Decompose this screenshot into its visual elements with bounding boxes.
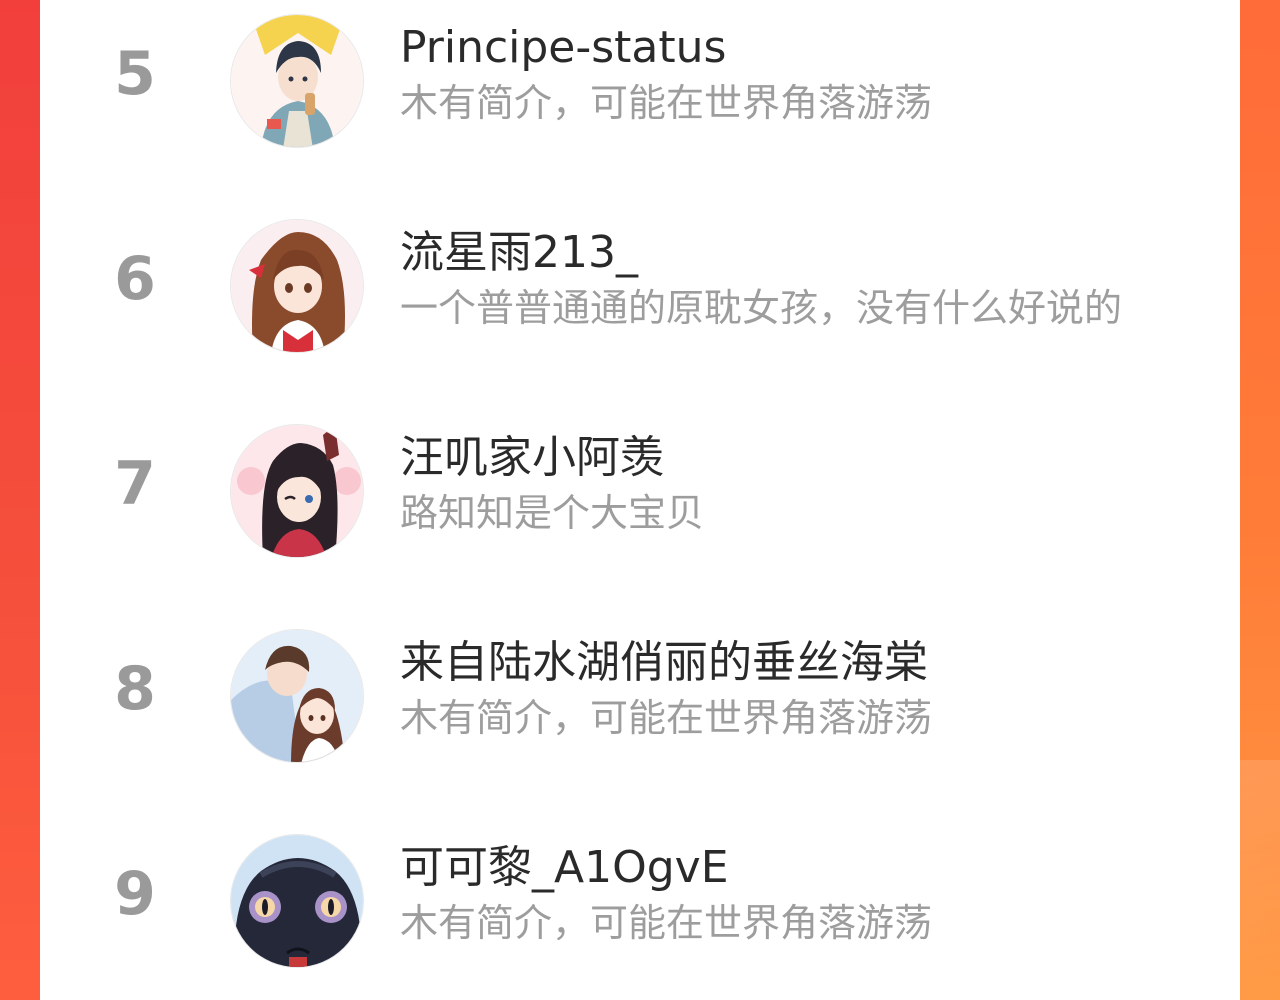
user-name[interactable]: 可可黎_A1OgvE <box>400 840 729 896</box>
rank-number: 9 <box>114 859 156 929</box>
ranking-row[interactable]: 7 汪叽家小阿羡 路知知是个大宝贝 <box>40 410 1240 590</box>
user-bio: 一个普普通通的原耽女孩，没有什么好说的 <box>400 286 1123 330</box>
left-gradient-border <box>0 0 40 1000</box>
user-bio: 木有简介，可能在世界角落游荡 <box>400 81 933 125</box>
rank-number: 7 <box>114 449 156 519</box>
rank-number: 5 <box>114 39 156 109</box>
ranking-row[interactable]: 6 流星雨213_ 一个普普通通的原耽女孩，没有什么好说的 <box>40 205 1240 385</box>
anime-couple-avatar-icon[interactable] <box>230 629 364 763</box>
ranking-row[interactable]: 9 可可黎_A1OgvE 木有简介，可能在世界角落游荡 <box>40 820 1240 1000</box>
anime-boy-avatar-icon[interactable] <box>230 14 364 148</box>
dark-creature-avatar-icon[interactable] <box>230 834 364 968</box>
ranking-row[interactable]: 8 来自陆水湖俏丽的垂丝海棠 木有简介，可能在世界角落游荡 <box>40 615 1240 795</box>
user-bio: 木有简介，可能在世界角落游荡 <box>400 696 933 740</box>
rank-number: 8 <box>114 654 156 724</box>
user-name[interactable]: 流星雨213_ <box>400 225 638 281</box>
user-bio: 木有简介，可能在世界角落游荡 <box>400 901 933 945</box>
ranking-list-card: 5 Principe-status 木有简介，可能在世界角落游荡 6 流星雨21… <box>40 0 1240 1000</box>
rank-number: 6 <box>114 244 156 314</box>
anime-girl-brown-hair-avatar-icon[interactable] <box>230 219 364 353</box>
ranking-row[interactable]: 5 Principe-status 木有简介，可能在世界角落游荡 <box>40 0 1240 180</box>
user-name[interactable]: 汪叽家小阿羡 <box>400 430 664 486</box>
anime-boy-winking-avatar-icon[interactable] <box>230 424 364 558</box>
user-bio: 路知知是个大宝贝 <box>400 491 705 535</box>
user-name[interactable]: 来自陆水湖俏丽的垂丝海棠 <box>400 635 928 691</box>
user-name[interactable]: Principe-status <box>400 20 726 76</box>
right-gradient-border <box>1240 0 1280 1000</box>
